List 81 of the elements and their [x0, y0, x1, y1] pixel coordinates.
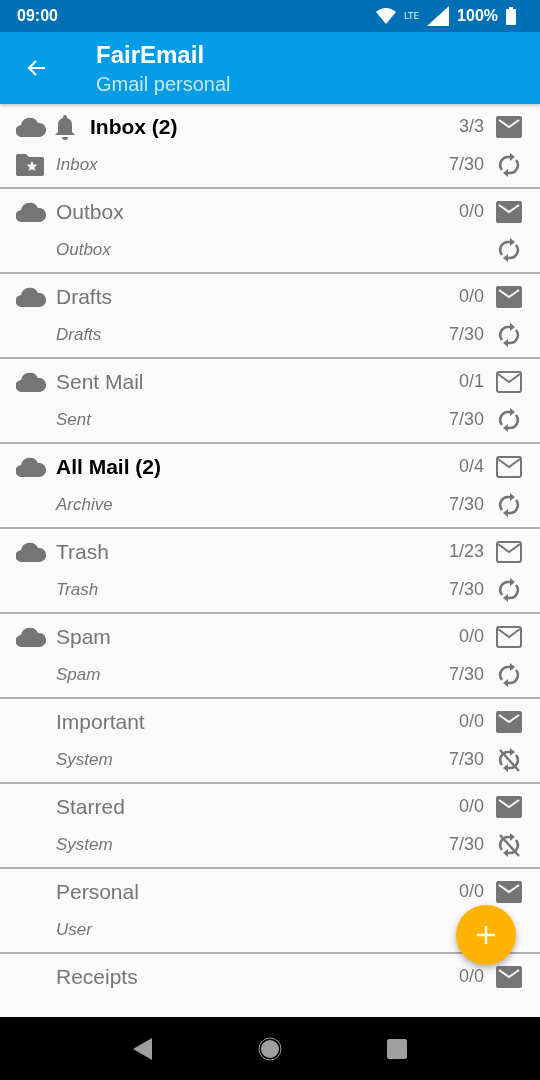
folder-name: All Mail (2): [56, 454, 162, 479]
envelope-icon[interactable]: [496, 370, 522, 393]
envelope-icon[interactable]: [496, 880, 522, 903]
folder-type: System: [56, 834, 113, 855]
sync-off-icon[interactable]: [496, 746, 522, 773]
synced-count: 7/30: [448, 834, 484, 855]
battery-icon: [506, 7, 516, 25]
folder-row[interactable]: Starred 0/0 System 7/30: [0, 784, 540, 869]
folder-name: Sent Mail: [56, 369, 145, 394]
folder-name: Starred: [56, 794, 126, 819]
folder-row[interactable]: Spam 0/0 Spam 7/30: [0, 614, 540, 699]
message-count: 0/0: [458, 796, 484, 817]
folder-name: Important: [56, 709, 146, 734]
recents-icon[interactable]: [387, 1038, 408, 1059]
sync-icon[interactable]: [496, 406, 522, 433]
sync-icon[interactable]: [496, 151, 522, 178]
app-title: FairEmail: [96, 40, 206, 69]
signal-icon: [427, 6, 450, 26]
message-count: 0/0: [458, 711, 484, 732]
sync-icon[interactable]: [496, 576, 522, 603]
synced-count: 7/30: [448, 749, 484, 770]
folder-row[interactable]: Outbox 0/0 Outbox: [0, 189, 540, 274]
message-count: 0/4: [458, 456, 484, 477]
network-label: LTE: [404, 11, 420, 21]
folder-name: Personal: [56, 879, 140, 904]
clock: 09:00: [17, 7, 58, 25]
envelope-icon[interactable]: [496, 710, 522, 733]
envelope-icon[interactable]: [496, 285, 522, 308]
synced-count: 7/30: [448, 494, 484, 515]
folder-type: Trash: [56, 579, 99, 600]
folder-row[interactable]: Important 0/0 System 7/30: [0, 699, 540, 784]
folder-row[interactable]: Sent Mail 0/1 Sent 7/30: [0, 359, 540, 444]
folder-type: System: [56, 749, 113, 770]
sync-icon[interactable]: [496, 321, 522, 348]
plus-icon: [476, 925, 496, 945]
envelope-icon[interactable]: [496, 200, 522, 223]
folder-name: Spam: [56, 624, 112, 649]
folder-row[interactable]: All Mail (2) 0/4 Archive 7/30: [0, 444, 540, 529]
folder-name: Trash: [56, 539, 110, 564]
envelope-icon[interactable]: [496, 625, 522, 648]
folder-type: Outbox: [56, 239, 111, 260]
synced-count: 7/30: [448, 324, 484, 345]
synced-count: 7/30: [448, 579, 484, 600]
envelope-icon[interactable]: [496, 455, 522, 478]
folder-name: Outbox: [56, 199, 125, 224]
message-count: 1/23: [448, 541, 484, 562]
sync-icon[interactable]: [496, 661, 522, 688]
home-icon[interactable]: [258, 1036, 282, 1061]
folder-row[interactable]: Trash 1/23 Trash 7/30: [0, 529, 540, 614]
sync-icon[interactable]: [496, 236, 522, 263]
folder-type: User: [56, 919, 92, 940]
message-count: 0/0: [458, 966, 484, 987]
folder-type: Sent: [56, 409, 91, 430]
folder-type: Spam: [56, 664, 101, 685]
message-count: 0/0: [458, 286, 484, 307]
sync-off-icon[interactable]: [496, 831, 522, 858]
message-count: 0/1: [458, 371, 484, 392]
folder-row[interactable]: Drafts 0/0 Drafts 7/30: [0, 274, 540, 359]
folder-row[interactable]: Inbox (2) 3/3 Inbox 7/30: [0, 104, 540, 189]
message-count: 0/0: [458, 881, 484, 902]
synced-count: 7/30: [448, 154, 484, 175]
synced-count: 7/30: [448, 664, 484, 685]
envelope-icon[interactable]: [496, 540, 522, 563]
back-icon[interactable]: [132, 1037, 153, 1060]
envelope-icon[interactable]: [496, 965, 522, 988]
wifi-icon: [376, 8, 397, 24]
message-count: 3/3: [458, 116, 484, 137]
folder-name: Receipts: [56, 964, 139, 989]
account-name: Gmail personal: [96, 72, 231, 96]
folder-name: Inbox (2): [90, 114, 179, 139]
message-count: 0/0: [458, 201, 484, 222]
battery-level: 100%: [457, 7, 498, 25]
folder-type: Drafts: [56, 324, 102, 345]
envelope-icon[interactable]: [496, 115, 522, 138]
synced-count: 7/30: [448, 409, 484, 430]
folder-name: Drafts: [56, 284, 113, 309]
message-count: 0/0: [458, 626, 484, 647]
envelope-icon[interactable]: [496, 795, 522, 818]
folder-type: Archive: [56, 494, 113, 515]
sync-icon[interactable]: [496, 491, 522, 518]
folder-type: Inbox: [56, 154, 98, 175]
